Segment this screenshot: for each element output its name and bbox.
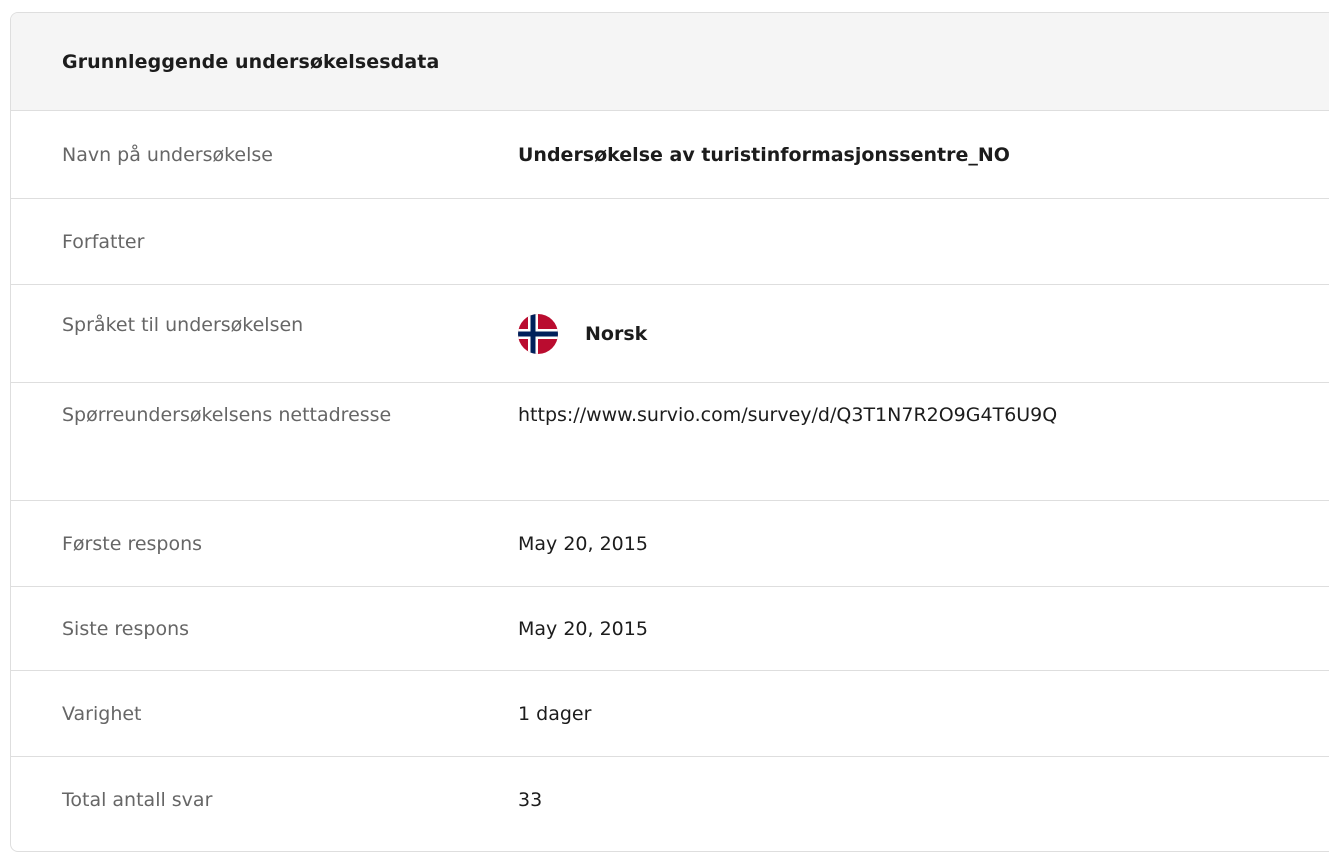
survey-info-card: Grunnleggende undersøkelsesdata Navn på … [10, 12, 1329, 852]
row-duration: Varighet 1 dager [11, 671, 1329, 757]
total-responses-value: 33 [518, 789, 543, 811]
row-language: Språket til undersøkelsen Norsk [11, 285, 1329, 383]
last-response-value: May 20, 2015 [518, 617, 648, 640]
first-response-label: Første respons [62, 532, 203, 555]
row-first-response: Første respons May 20, 2015 [11, 501, 1329, 587]
row-last-response: Siste respons May 20, 2015 [11, 587, 1329, 671]
row-author: Forfatter [11, 199, 1329, 285]
url-label: Spørreundersøkelsens nettadresse [62, 404, 392, 426]
language-name: Norsk [585, 322, 648, 345]
row-survey-name: Navn på undersøkelse Undersøkelse av tur… [11, 111, 1329, 199]
card-header: Grunnleggende undersøkelsesdata [11, 13, 1329, 111]
row-total-responses: Total antall svar 33 [11, 757, 1329, 843]
language-value: Norsk [518, 313, 1329, 354]
total-responses-label: Total antall svar [62, 789, 213, 811]
row-url: Spørreundersøkelsens nettadresse https:/… [11, 383, 1329, 501]
first-response-value: May 20, 2015 [518, 532, 648, 555]
card-title: Grunnleggende undersøkelsesdata [62, 50, 440, 73]
last-response-label: Siste respons [62, 617, 190, 640]
survey-url-link[interactable]: https://www.survio.com/survey/d/Q3T1N7R2… [518, 400, 1329, 430]
duration-value: 1 dager [518, 702, 592, 725]
norway-flag-icon [518, 313, 558, 354]
survey-name-value: Undersøkelse av turistinformasjonssentre… [518, 143, 1010, 166]
language-label: Språket til undersøkelsen [62, 313, 304, 336]
author-label: Forfatter [62, 230, 145, 253]
survey-name-label: Navn på undersøkelse [62, 143, 273, 166]
duration-label: Varighet [62, 702, 142, 725]
